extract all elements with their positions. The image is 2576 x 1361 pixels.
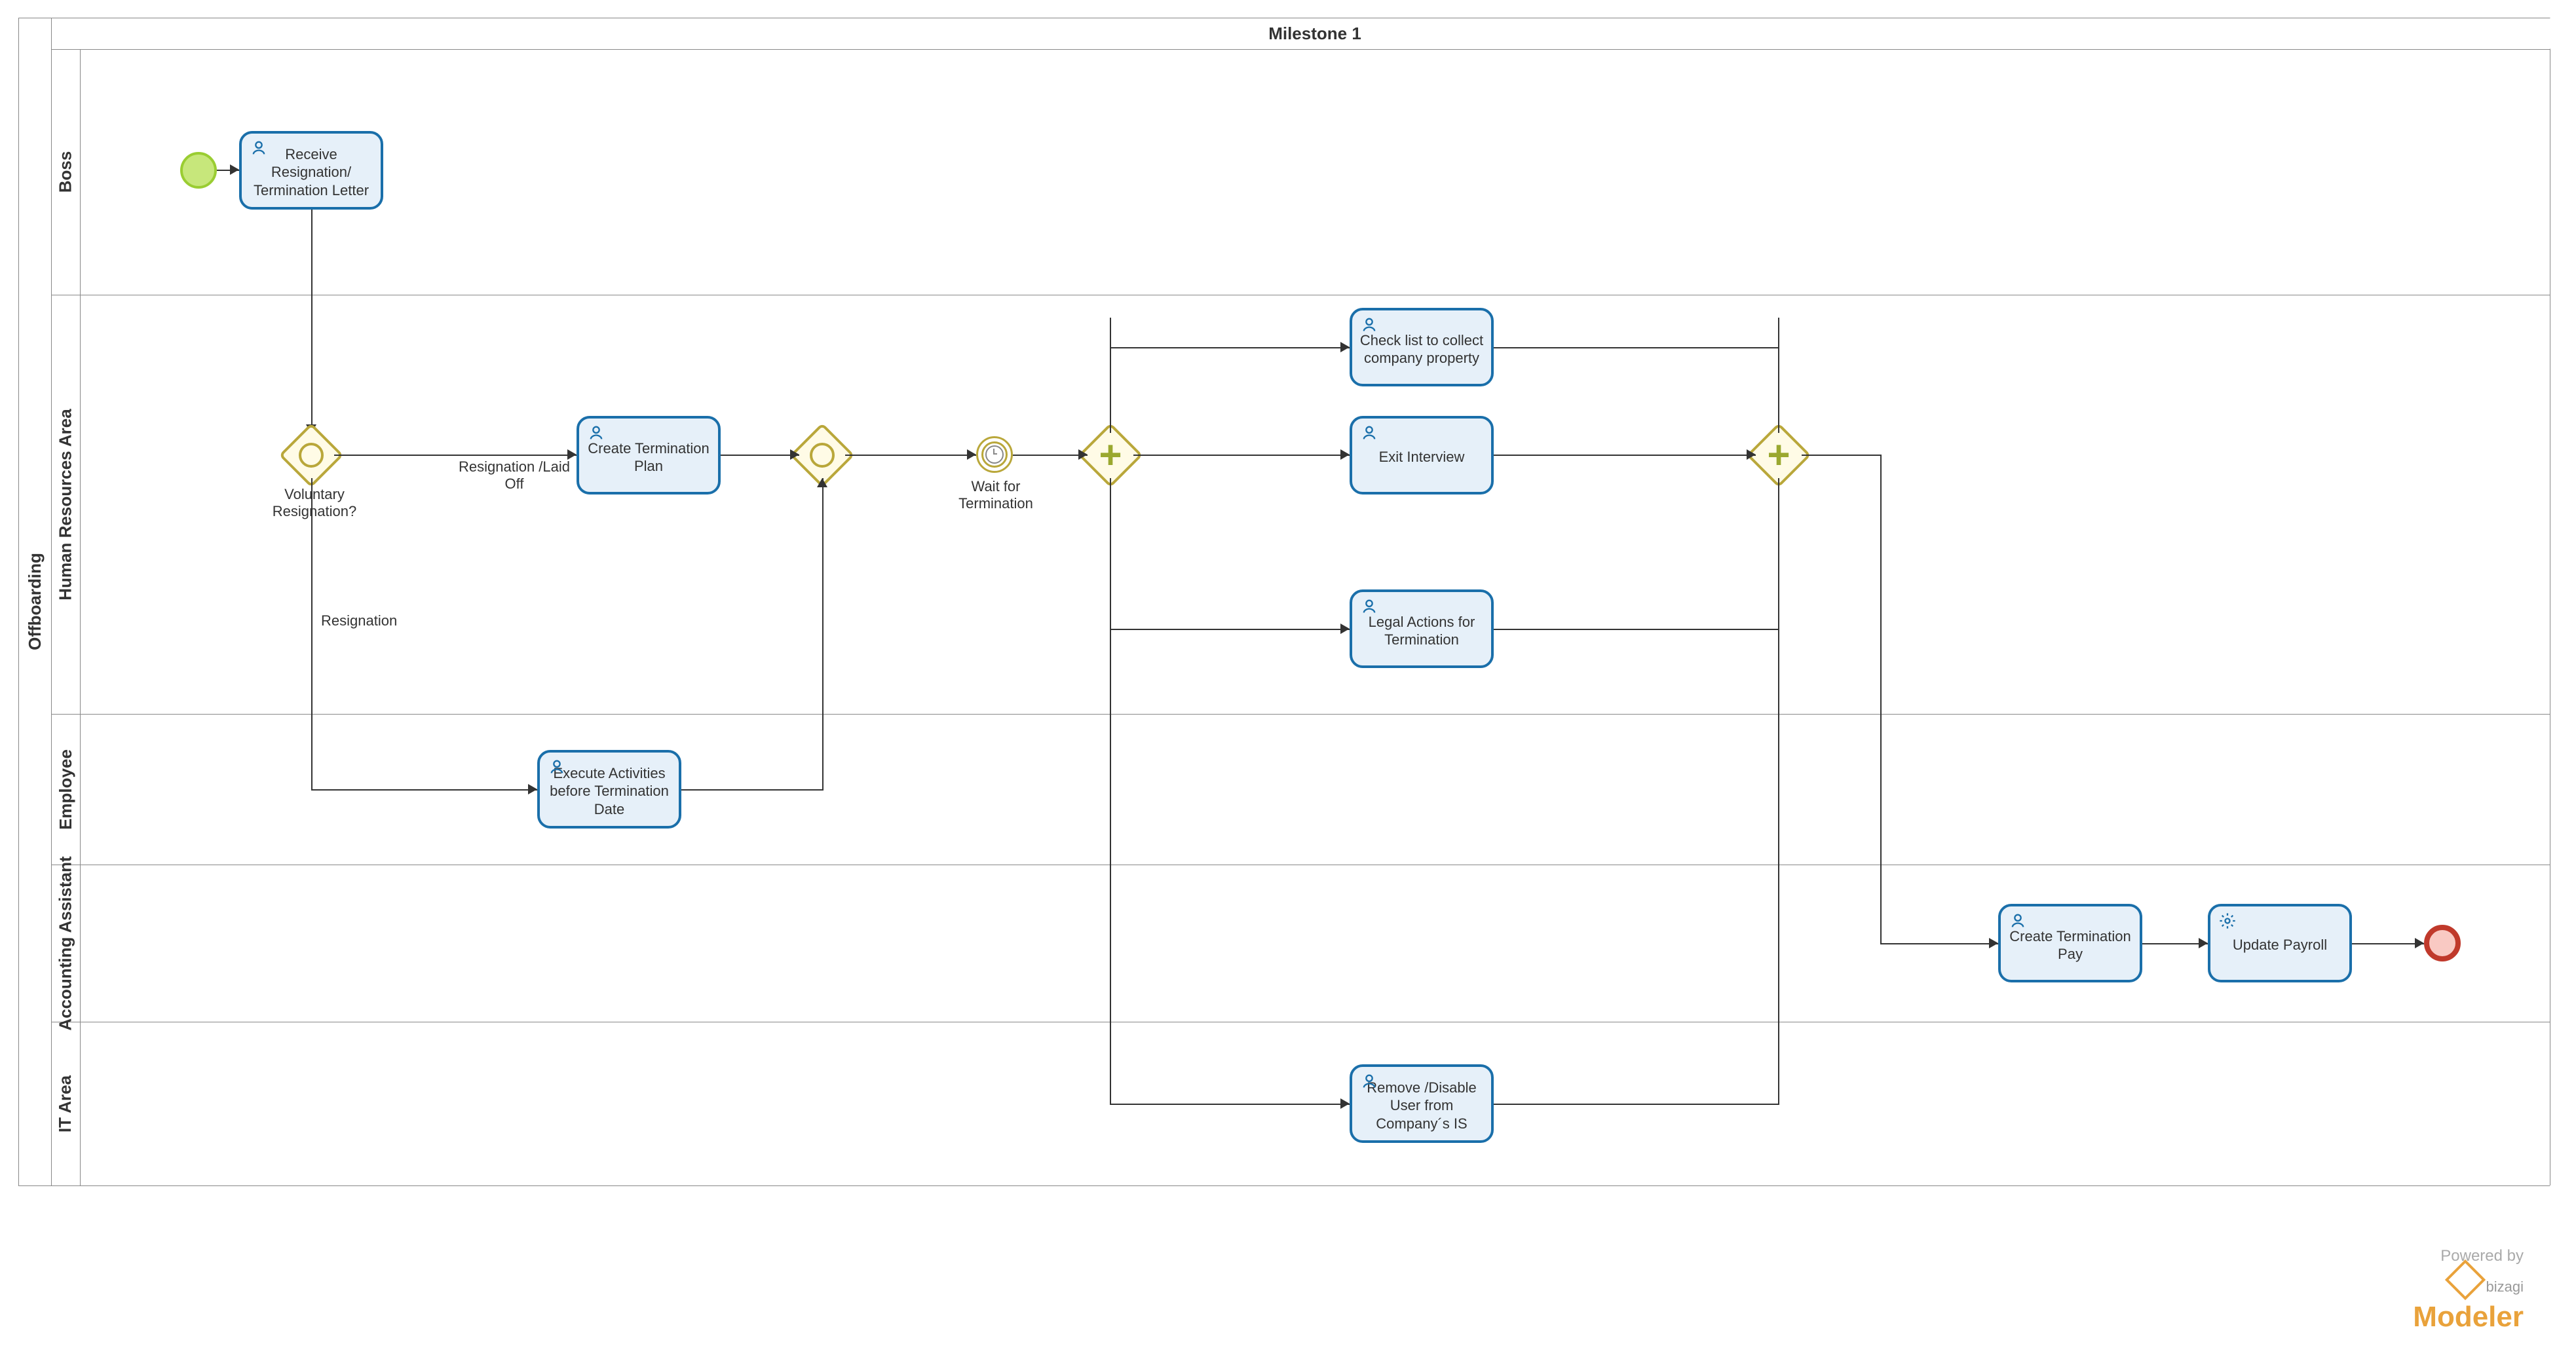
- task-exit-interview[interactable]: Exit Interview: [1350, 416, 1494, 494]
- flow: [822, 478, 824, 791]
- lane-label-divider: [80, 49, 81, 1185]
- task-update-payroll[interactable]: Update Payroll: [2208, 904, 2352, 982]
- gateway-parallel-split[interactable]: +: [1088, 432, 1133, 478]
- arrowhead-icon: [817, 478, 827, 487]
- task-execute-activities[interactable]: Execute Activities before Termination Da…: [537, 750, 681, 829]
- user-icon: [587, 424, 605, 442]
- arrowhead-icon: [2415, 938, 2424, 948]
- arrowhead-icon: [790, 449, 799, 460]
- arrowhead-icon: [967, 449, 976, 460]
- arrowhead-icon: [230, 164, 239, 175]
- timer-event-wait[interactable]: [976, 436, 1013, 473]
- user-icon: [1360, 316, 1378, 334]
- flow-label: Resignation: [321, 612, 419, 629]
- flow: [1880, 943, 1998, 944]
- flow: [1494, 1104, 1779, 1105]
- lane-label-accounting: Accounting Assistant: [51, 865, 80, 1022]
- flow: [1494, 347, 1779, 348]
- pool-label: Offboarding: [18, 18, 51, 1185]
- flow: [1778, 478, 1779, 1104]
- flow: [845, 455, 976, 456]
- task-label: Update Payroll: [2233, 936, 2327, 954]
- flow: [1110, 318, 1111, 433]
- flow: [2352, 943, 2424, 944]
- footer-branding: Powered by bizagi Modeler: [2413, 1247, 2524, 1335]
- task-remove-user[interactable]: Remove /Disable User from Company´s IS: [1350, 1064, 1494, 1143]
- flow: [311, 789, 537, 791]
- lane-label-it: IT Area: [51, 1022, 80, 1185]
- start-event[interactable]: [180, 152, 217, 189]
- user-icon: [1360, 1072, 1378, 1091]
- task-label: Create Termination Plan: [586, 439, 711, 475]
- arrowhead-icon: [1340, 1098, 1350, 1109]
- flow: [311, 478, 313, 789]
- gateway-parallel-join[interactable]: +: [1756, 432, 1802, 478]
- task-label: Legal Actions for Termination: [1359, 613, 1485, 649]
- flow: [1778, 318, 1779, 433]
- arrowhead-icon: [1340, 449, 1350, 460]
- task-label: Create Termination Pay: [2007, 927, 2133, 963]
- brand-logo: bizagi Modeler: [2413, 1265, 2524, 1335]
- task-legal-actions[interactable]: Legal Actions for Termination: [1350, 589, 1494, 668]
- flow: [1802, 455, 1880, 456]
- pool-border-bottom: [18, 1185, 2550, 1186]
- task-create-plan[interactable]: Create Termination Plan: [577, 416, 721, 494]
- arrowhead-icon: [2199, 938, 2208, 948]
- flow-label: Resignation /Laid Off: [459, 458, 570, 493]
- user-icon: [548, 758, 566, 776]
- user-icon: [2009, 912, 2027, 930]
- gateway-xor-merge[interactable]: [799, 432, 845, 478]
- lane-div-2: [51, 714, 2550, 715]
- flow: [681, 789, 822, 791]
- flow: [1110, 1104, 1350, 1105]
- arrowhead-icon: [528, 784, 537, 794]
- task-checklist[interactable]: Check list to collect company property: [1350, 308, 1494, 386]
- flow: [334, 455, 577, 456]
- arrowhead-icon: [1340, 342, 1350, 352]
- flow: [721, 455, 799, 456]
- task-label: Exit Interview: [1379, 448, 1465, 466]
- user-icon: [250, 139, 268, 157]
- flow: [1494, 455, 1756, 456]
- task-create-pay[interactable]: Create Termination Pay: [1998, 904, 2142, 982]
- lane-label-hr: Human Resources Area: [51, 295, 80, 714]
- arrowhead-icon: [1747, 449, 1756, 460]
- lane-label-employee: Employee: [51, 714, 80, 865]
- gateway-xor-voluntary[interactable]: [288, 432, 334, 478]
- flow: [1880, 455, 1882, 943]
- lane-label-boss: Boss: [51, 49, 80, 295]
- gateway-label: Voluntary Resignation?: [262, 486, 367, 521]
- gear-icon: [2218, 912, 2237, 930]
- diagram-canvas: Milestone 1 Offboarding Boss Human Resou…: [0, 0, 2576, 1361]
- pool-name: Offboarding: [25, 553, 45, 650]
- task-label: Check list to collect company property: [1359, 331, 1485, 367]
- milestone-header: Milestone 1: [80, 18, 2550, 49]
- flow: [1110, 629, 1350, 630]
- cube-icon: [2444, 1259, 2485, 1300]
- timer-label: Wait for Termination: [940, 478, 1051, 513]
- milestone-divider: [51, 49, 2550, 50]
- end-event[interactable]: [2424, 925, 2461, 961]
- arrowhead-icon: [1989, 938, 1998, 948]
- arrowhead-icon: [1078, 449, 1088, 460]
- user-icon: [1360, 424, 1378, 442]
- flow: [2142, 943, 2208, 944]
- flow: [1494, 629, 1779, 630]
- flow: [311, 210, 313, 429]
- arrowhead-icon: [1340, 624, 1350, 634]
- milestone-title: Milestone 1: [1268, 24, 1361, 44]
- flow: [1110, 347, 1350, 348]
- flow: [1110, 478, 1111, 1104]
- flow: [1013, 455, 1088, 456]
- user-icon: [1360, 597, 1378, 616]
- task-receive-letter[interactable]: Receive Resignation/ Termination Letter: [239, 131, 383, 210]
- flow: [1133, 455, 1350, 456]
